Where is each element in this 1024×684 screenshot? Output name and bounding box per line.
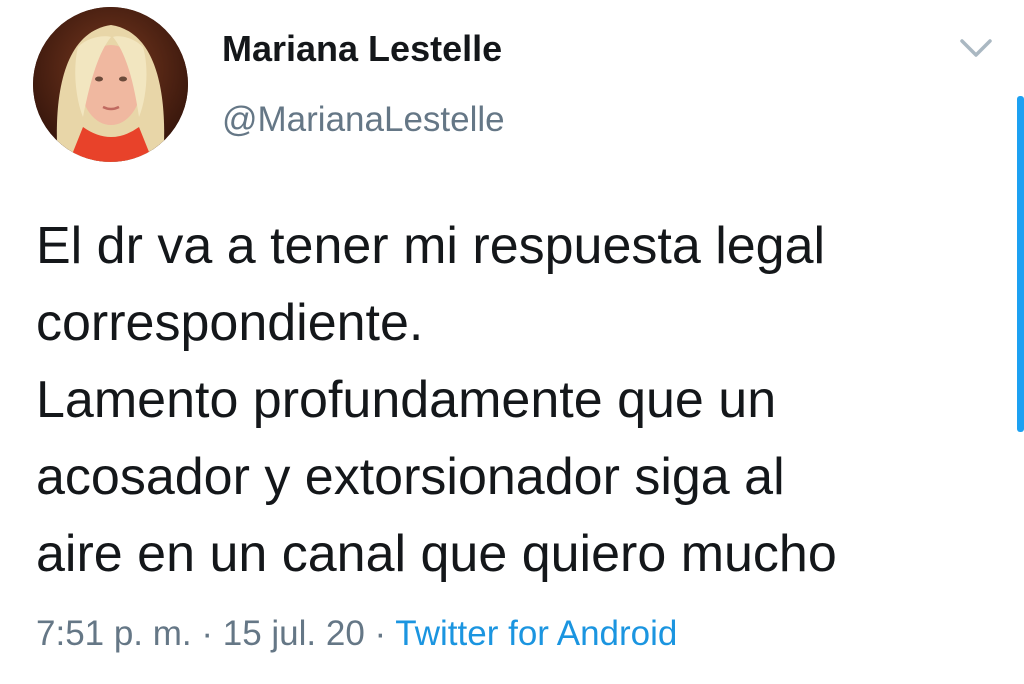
tweet-text: El dr va a tener mi respuesta legal corr…: [36, 208, 996, 593]
meta-separator: ·: [364, 614, 396, 653]
tweet-text-line: El dr va a tener mi respuesta legal: [36, 217, 826, 275]
tweet-source-link[interactable]: Twitter for Android: [395, 614, 677, 653]
tweet-text-line: Lamento profundamente que un: [36, 371, 777, 429]
tweet-date[interactable]: 15 jul. 20: [223, 614, 365, 653]
tweet-meta: 7:51 p. m. · 15 jul. 20 · Twitter for An…: [36, 614, 677, 654]
scrollbar-indicator[interactable]: [1017, 96, 1024, 432]
tweet-text-line: aire en un canal que quiero mucho: [36, 525, 837, 583]
chevron-down-icon[interactable]: [958, 36, 994, 60]
avatar[interactable]: [33, 7, 188, 162]
tweet-time[interactable]: 7:51 p. m.: [36, 614, 192, 653]
tweet-text-line: correspondiente.: [36, 294, 424, 352]
author-handle[interactable]: @MarianaLestelle: [222, 100, 505, 140]
meta-separator: ·: [191, 614, 223, 653]
tweet-card: Mariana Lestelle @MarianaLestelle El dr …: [0, 0, 1024, 684]
author-display-name[interactable]: Mariana Lestelle: [222, 28, 502, 70]
tweet-text-line: acosador y extorsionador siga al: [36, 448, 785, 506]
avatar-photo: [33, 7, 188, 162]
